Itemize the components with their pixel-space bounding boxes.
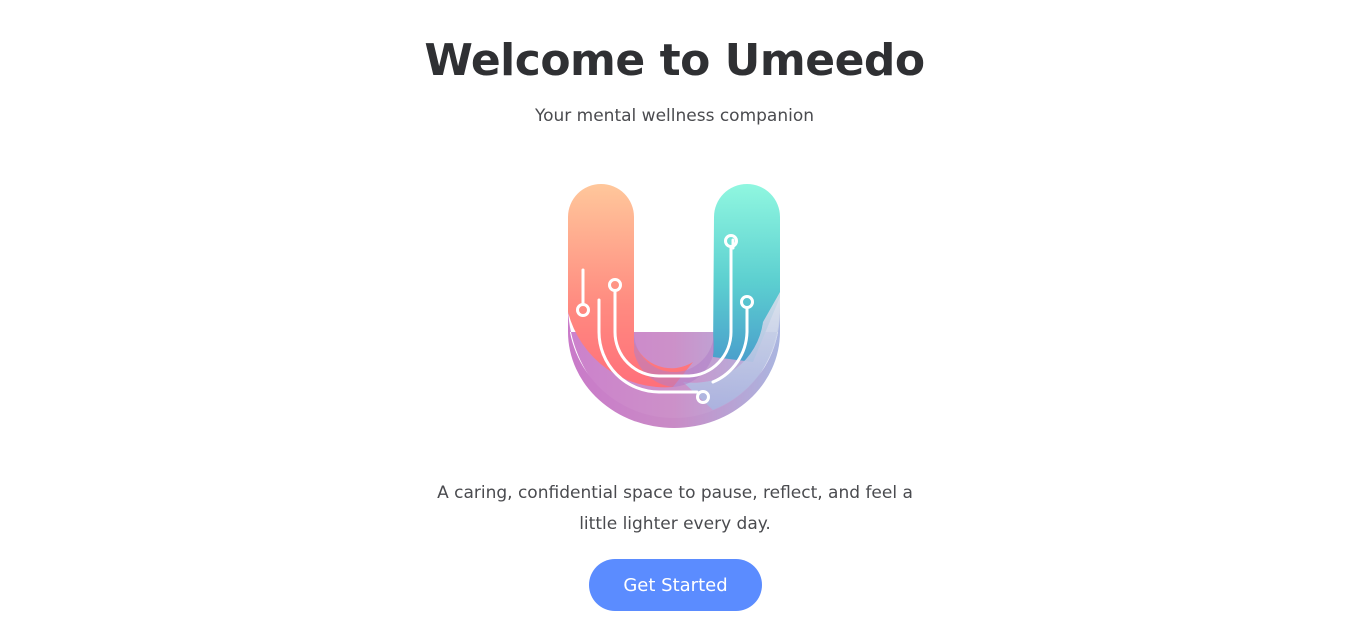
umeedo-logo-icon [563,182,785,430]
get-started-button[interactable]: Get Started [589,559,762,611]
welcome-page: Welcome to Umeedo Your mental wellness c… [0,0,1349,630]
tagline-text: A caring, confidential space to pause, r… [437,483,913,534]
page-title: Welcome to Umeedo [424,35,925,86]
page-subtitle: Your mental wellness companion [534,106,815,126]
